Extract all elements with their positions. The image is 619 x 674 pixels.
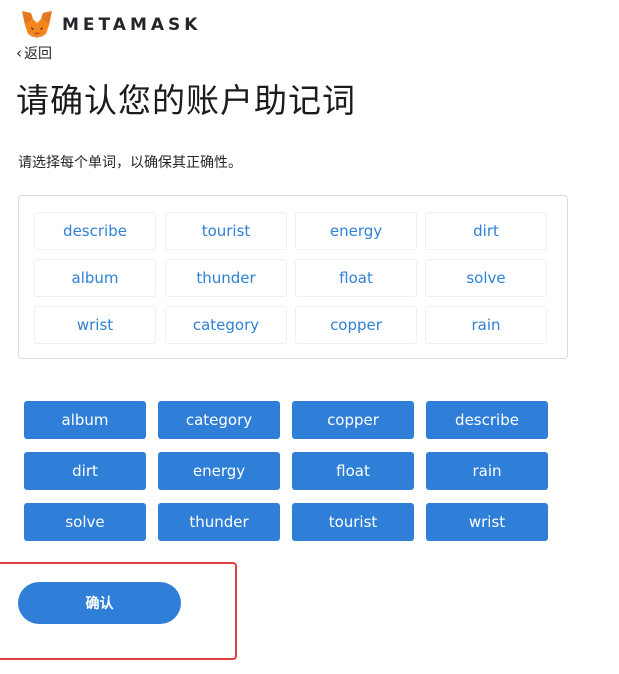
word-button[interactable]: thunder [158, 503, 280, 541]
selected-word[interactable]: describe [34, 212, 156, 250]
metamask-fox-icon [22, 11, 52, 38]
page-title: 请确认您的账户助记词 [16, 81, 356, 120]
selected-word[interactable]: tourist [165, 212, 287, 250]
word-button[interactable]: copper [292, 401, 414, 439]
word-button[interactable]: tourist [292, 503, 414, 541]
page-subtitle: 请选择每个单词，以确保其正确性。 [18, 155, 242, 171]
selected-word[interactable]: float [295, 259, 417, 297]
brand-wordmark: METAMASK [62, 15, 202, 35]
word-button[interactable]: dirt [24, 452, 146, 490]
back-link[interactable]: ‹ 返回 [16, 43, 52, 63]
word-button[interactable]: solve [24, 503, 146, 541]
app-header: METAMASK [20, 8, 201, 42]
word-button[interactable]: album [24, 401, 146, 439]
selected-word[interactable]: energy [295, 212, 417, 250]
selected-word[interactable]: thunder [165, 259, 287, 297]
selected-word[interactable]: copper [295, 306, 417, 344]
word-button[interactable]: rain [426, 452, 548, 490]
selected-word[interactable]: dirt [425, 212, 547, 250]
back-label: 返回 [24, 46, 52, 62]
word-button[interactable]: category [158, 401, 280, 439]
chevron-left-icon: ‹ [16, 44, 22, 62]
word-button[interactable]: energy [158, 452, 280, 490]
selected-word[interactable]: category [165, 306, 287, 344]
selected-words-area: describe tourist energy dirt album thund… [18, 195, 568, 359]
selected-word[interactable]: solve [425, 259, 547, 297]
word-button[interactable]: float [292, 452, 414, 490]
word-button[interactable]: describe [426, 401, 548, 439]
selected-word[interactable]: album [34, 259, 156, 297]
word-button[interactable]: wrist [426, 503, 548, 541]
confirm-button[interactable]: 确认 [18, 582, 181, 624]
selected-word[interactable]: wrist [34, 306, 156, 344]
selected-word[interactable]: rain [425, 306, 547, 344]
